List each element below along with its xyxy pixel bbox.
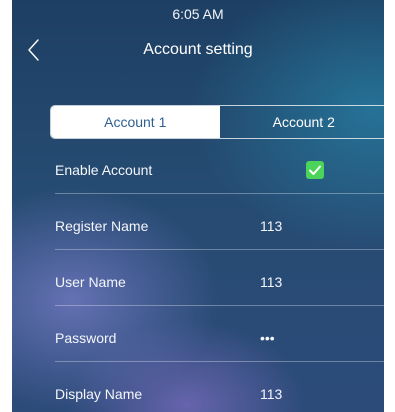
account-setting-screen: 6:05 AM Account setting Account 1 Accoun… bbox=[12, 0, 384, 412]
tab-account-2[interactable]: Account 2 bbox=[220, 106, 385, 138]
password-value[interactable]: ••• bbox=[260, 318, 275, 358]
display-name-value[interactable]: 113 bbox=[260, 374, 282, 412]
enable-account-label: Enable Account bbox=[55, 162, 153, 178]
password-row[interactable]: Password ••• bbox=[55, 318, 384, 362]
register-name-row[interactable]: Register Name 113 bbox=[55, 206, 384, 250]
register-name-label: Register Name bbox=[55, 218, 149, 234]
enable-account-checkbox[interactable] bbox=[306, 161, 324, 179]
account-tabs: Account 1 Account 2 bbox=[50, 105, 384, 139]
status-bar: 6:05 AM bbox=[12, 0, 384, 26]
register-name-value[interactable]: 113 bbox=[260, 206, 282, 246]
password-label: Password bbox=[55, 330, 117, 346]
display-name-label: Display Name bbox=[55, 386, 143, 402]
check-icon bbox=[309, 165, 321, 175]
user-name-value[interactable]: 113 bbox=[260, 262, 282, 302]
user-name-label: User Name bbox=[55, 274, 126, 290]
user-name-row[interactable]: User Name 113 bbox=[55, 262, 384, 306]
display-name-row[interactable]: Display Name 113 bbox=[55, 374, 384, 412]
status-time: 6:05 AM bbox=[172, 6, 224, 22]
enable-account-row: Enable Account bbox=[55, 150, 384, 194]
tab-account-1[interactable]: Account 1 bbox=[51, 106, 220, 138]
page-title: Account setting bbox=[143, 41, 253, 58]
